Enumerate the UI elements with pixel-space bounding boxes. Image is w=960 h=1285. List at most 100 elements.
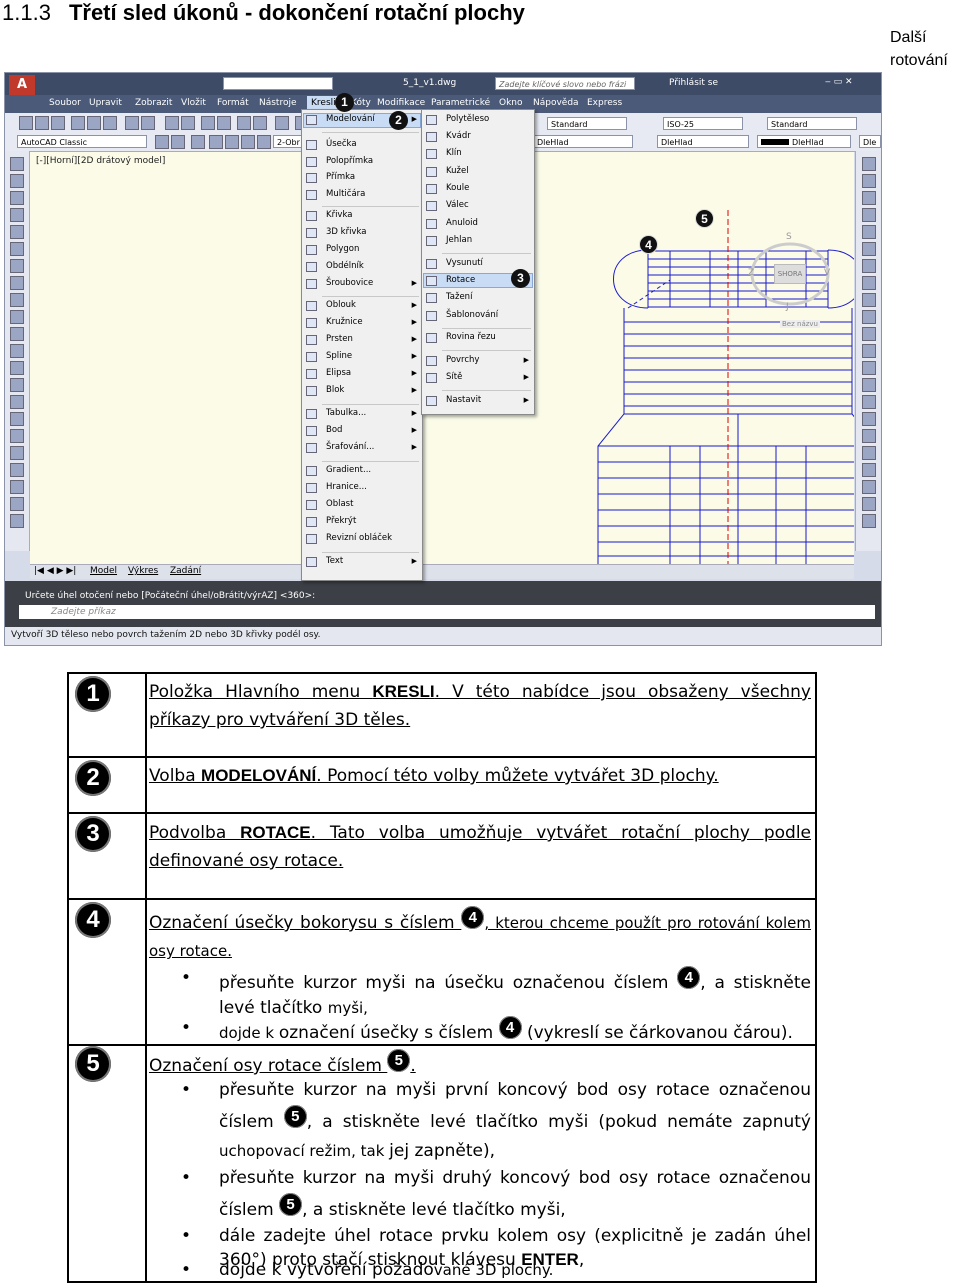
ucs-menu[interactable]: Bez názvu xyxy=(780,320,820,328)
tool-icon[interactable] xyxy=(862,225,876,239)
tool-icon[interactable] xyxy=(10,395,24,409)
draw-menu-item[interactable]: 3D křivka xyxy=(326,227,366,237)
tool-icon[interactable] xyxy=(862,429,876,443)
tool-icon[interactable] xyxy=(10,225,24,239)
workspace-combo-title[interactable]: AutoCAD Classic xyxy=(223,77,333,90)
tool-icon[interactable] xyxy=(862,174,876,188)
tool-icon[interactable] xyxy=(71,116,85,130)
modeling-menu-item[interactable]: Rotace xyxy=(446,275,475,285)
menu-4[interactable]: Vložit xyxy=(181,98,206,108)
menu-12[interactable]: Nápověda xyxy=(533,98,579,108)
autocad-logo-icon[interactable]: A xyxy=(9,75,35,95)
draw-menu-item[interactable]: Polopřímka xyxy=(326,156,373,166)
command-input[interactable] xyxy=(19,605,875,619)
modeling-menu-item[interactable]: Kužel xyxy=(446,166,469,176)
modeling-menu-item[interactable]: Válec xyxy=(446,200,469,210)
tool-icon[interactable] xyxy=(862,412,876,426)
plot-combo[interactable]: Dle xyxy=(859,135,881,148)
tool-icon[interactable] xyxy=(862,259,876,273)
tool-icon[interactable] xyxy=(862,242,876,256)
tool-icon[interactable] xyxy=(10,480,24,494)
tool-icon[interactable] xyxy=(10,327,24,341)
tool-icon[interactable] xyxy=(10,191,24,205)
tool-icon[interactable] xyxy=(10,293,24,307)
modeling-menu-item[interactable]: Povrchy xyxy=(446,355,479,365)
tool-icon[interactable] xyxy=(171,135,185,149)
tool-icon[interactable] xyxy=(87,116,101,130)
linetype-combo[interactable]: DleHlad xyxy=(533,135,633,148)
tool-icon[interactable] xyxy=(862,395,876,409)
draw-menu-item[interactable]: Gradient... xyxy=(326,465,371,475)
tool-icon[interactable] xyxy=(275,116,289,130)
tool-icon[interactable] xyxy=(241,135,255,149)
layout-tab[interactable]: Zadání xyxy=(170,566,201,576)
tool-icon[interactable] xyxy=(862,378,876,392)
tool-icon[interactable] xyxy=(51,116,65,130)
tool-icon[interactable] xyxy=(35,116,49,130)
text-style-combo[interactable]: Standard xyxy=(547,117,627,130)
draw-menu-item[interactable]: Polygon xyxy=(326,244,359,254)
menu-2[interactable]: Upravit xyxy=(89,98,122,108)
tool-icon[interactable] xyxy=(862,327,876,341)
tool-icon[interactable] xyxy=(10,463,24,477)
layout-tab[interactable]: Model xyxy=(90,566,117,576)
tool-icon[interactable] xyxy=(19,116,33,130)
draw-menu-item[interactable]: Oblouk xyxy=(326,300,356,310)
draw-menu-item[interactable]: Tabulka... xyxy=(326,408,366,418)
tool-icon[interactable] xyxy=(125,116,139,130)
tool-icon[interactable] xyxy=(862,208,876,222)
modeling-menu-item[interactable]: Nastavit xyxy=(446,395,481,405)
modeling-menu-item[interactable]: Sítě xyxy=(446,372,462,382)
draw-menu-item[interactable]: Elipsa xyxy=(326,368,351,378)
dim-style-combo[interactable]: ISO-25 xyxy=(663,117,743,130)
menu-13[interactable]: Express xyxy=(587,98,622,108)
tool-icon[interactable] xyxy=(10,514,24,528)
modeling-menu-item[interactable]: Tažení xyxy=(446,292,472,302)
tool-icon[interactable] xyxy=(862,191,876,205)
menu-1[interactable]: Soubor xyxy=(49,98,81,108)
menu-5[interactable]: Formát xyxy=(217,98,249,108)
draw-menu-item[interactable]: Bod xyxy=(326,425,342,435)
tool-icon[interactable] xyxy=(862,293,876,307)
draw-menu-item[interactable]: Text xyxy=(326,556,343,566)
tool-icon[interactable] xyxy=(10,361,24,375)
tool-icon[interactable] xyxy=(10,446,24,460)
tool-icon[interactable] xyxy=(10,310,24,324)
tool-icon[interactable] xyxy=(10,412,24,426)
tool-icon[interactable] xyxy=(862,463,876,477)
draw-menu-item[interactable]: Úsečka xyxy=(326,139,357,149)
viewcube-face[interactable]: SHORA xyxy=(774,264,806,284)
draw-menu-item[interactable]: Šrafování... xyxy=(326,442,374,452)
menu-3[interactable]: Zobrazit xyxy=(135,98,172,108)
layout-tab[interactable]: Výkres xyxy=(128,566,158,576)
tool-icon[interactable] xyxy=(10,276,24,290)
tool-icon[interactable] xyxy=(253,116,267,130)
modeling-menu-item[interactable]: Polytěleso xyxy=(446,114,489,124)
tool-icon[interactable] xyxy=(191,135,205,149)
tool-icon[interactable] xyxy=(862,361,876,375)
draw-menu-item[interactable]: Prsten xyxy=(326,334,353,344)
tool-icon[interactable] xyxy=(257,135,271,149)
modeling-menu-item[interactable]: Klín xyxy=(446,148,462,158)
tool-icon[interactable] xyxy=(237,116,251,130)
draw-menu-item[interactable]: Překrýt xyxy=(326,516,356,526)
tool-icon[interactable] xyxy=(103,116,117,130)
tool-icon[interactable] xyxy=(10,344,24,358)
tool-icon[interactable] xyxy=(165,116,179,130)
draw-menu-item[interactable]: Kružnice xyxy=(326,317,363,327)
tool-icon[interactable] xyxy=(10,378,24,392)
viewcube-north[interactable]: S xyxy=(786,232,792,242)
menu-6[interactable]: Nástroje xyxy=(259,98,297,108)
tool-icon[interactable] xyxy=(181,116,195,130)
menu-10[interactable]: Parametrické xyxy=(431,98,490,108)
tool-icon[interactable] xyxy=(862,344,876,358)
tool-icon[interactable] xyxy=(862,514,876,528)
modeling-menu-item[interactable]: Jehlan xyxy=(446,235,472,245)
tool-icon[interactable] xyxy=(862,310,876,324)
tool-icon[interactable] xyxy=(217,116,231,130)
draw-menu-item[interactable]: Obdélník xyxy=(326,261,364,271)
draw-menu-item[interactable]: Revizní obláček xyxy=(326,533,392,543)
tool-icon[interactable] xyxy=(201,116,215,130)
tool-icon[interactable] xyxy=(209,135,223,149)
modeling-menu-item[interactable]: Vysunutí xyxy=(446,258,483,268)
